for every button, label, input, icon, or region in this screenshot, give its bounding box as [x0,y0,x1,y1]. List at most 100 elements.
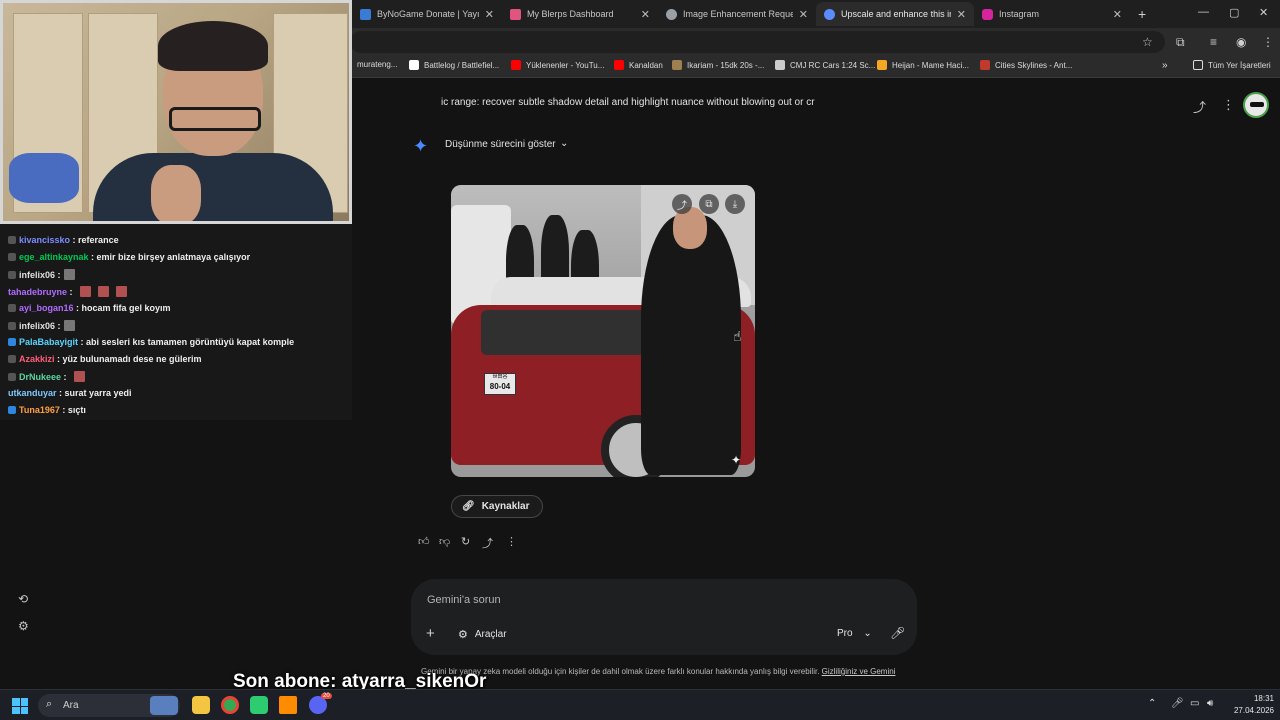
search-highlight-icon [150,696,178,715]
chat-message: Tuna1967 : sıçtı [8,405,86,415]
chat-message: ayi_bogan16 : hocam fifa gel koyım [8,303,171,313]
profile-icon[interactable]: ◉ [1236,35,1246,49]
regenerate-icon[interactable]: ↻ [461,535,470,548]
bookmark-item[interactable]: murateng... [357,60,397,69]
minimize-icon[interactable]: — [1198,6,1209,18]
webcam-toys [9,153,79,203]
close-window-icon[interactable]: ✕ [1259,6,1268,19]
chrome-icon[interactable] [221,696,239,714]
bookmark-item[interactable]: CMJ RC Cars 1:24 Sc... [775,60,875,70]
chatgpt-favicon-icon [666,8,677,20]
copy-image-icon[interactable]: ⧉ [699,194,719,214]
maximize-icon[interactable]: ▢ [1229,6,1239,19]
microphone-tray-icon[interactable]: 🎤︎ [1171,698,1184,709]
chat-badge-icon [8,406,16,414]
prompt-input-box[interactable] [411,579,917,655]
chat-badge-icon [8,253,16,261]
hand-cursor-icon: ☝ [733,328,742,344]
taskbar-search[interactable]: ⌕ Ara [38,694,180,717]
chat-separator: : [67,286,73,297]
history-icon[interactable]: ⟲ [18,592,28,606]
chat-text: emir bize birşey anlatmaya çalışıyor [96,252,251,262]
show-thinking-button[interactable]: Düşünme sürecini göster [445,139,556,150]
thumbs-down-icon[interactable]: 👎︎ [439,535,450,548]
bookmark-item[interactable]: Cities Skylines - Ant... [980,60,1072,70]
close-tab-icon[interactable]: ✕ [1113,8,1122,21]
privacy-link[interactable]: Gizliliğiniz ve Gemini [822,667,896,676]
link-icon: 🔗︎ [462,501,475,512]
chat-separator: : [55,320,61,331]
chat-badge-icon [8,355,16,363]
bookmark-item[interactable]: Kanaldan [614,60,663,70]
bookmark-item[interactable]: Yüklenenler - YouTu... [511,60,604,70]
extensions-icon[interactable]: ⧉ [1176,35,1185,50]
tab-title: My Blerps Dashboard [527,9,614,19]
prompt-input[interactable]: Gemini'a sorun [427,594,501,606]
bookmark-label: Ikariam - 15dk 20s -... [687,60,765,70]
share-image-icon[interactable]: ⤴ [672,194,692,214]
chat-message: utkanduyar : surat yarra yedi [8,388,132,398]
file-explorer-icon[interactable] [192,696,210,714]
settings-icon[interactable]: ⚙ [18,619,29,633]
volume-icon[interactable]: 🔊︎ [1207,698,1213,709]
thumbs-up-icon[interactable]: 👍︎ [418,535,430,548]
stream-chat: kivancissko : referance ege_altinkaynak … [0,224,352,420]
model-label: Pro [837,628,853,639]
chevron-down-icon: ⌄ [863,628,872,639]
chat-user: utkanduyar [8,388,57,398]
chat-user: Azakkizi [19,354,55,364]
model-selector[interactable]: Pro ⌄ [837,628,872,639]
sources-button[interactable]: 🔗︎ Kaynaklar [451,495,543,518]
taskbar-clock[interactable]: 18:31 27.04.2026 [1224,693,1274,717]
show-hidden-icons-icon[interactable]: ⌃ [1148,698,1156,709]
tab-blerps[interactable]: My Blerps Dashboard ✕ [502,2,658,26]
add-attachment-button[interactable]: + [426,625,435,642]
bookmark-item[interactable]: Ikariam - 15dk 20s -... [672,60,764,70]
bookmark-item[interactable]: Battlelog / Battlefiel... [409,60,499,70]
close-tab-icon[interactable]: ✕ [485,8,494,21]
chat-user: infelix06 [19,269,56,280]
chat-separator: : [73,303,82,313]
download-image-icon[interactable]: ⤓ [725,194,745,214]
tools-label: Araçlar [474,629,507,640]
chevron-down-icon[interactable]: ⌄ [560,138,568,149]
avatar[interactable] [1243,92,1269,118]
microphone-icon[interactable]: 🎤︎ [890,626,905,640]
chat-user: PalaBabayigit [19,337,79,347]
close-tab-icon[interactable]: ✕ [957,8,966,21]
instagram-favicon-icon [982,8,993,20]
bookmarks-overflow-button[interactable]: » [1162,60,1168,71]
bookmark-star-icon[interactable]: ☆ [1142,35,1153,49]
share-icon[interactable]: ⤴ [1193,97,1206,116]
chat-separator: : [59,405,68,415]
notification-badge: 20 [321,693,332,699]
media-controls-icon[interactable]: ≡ [1210,35,1217,49]
close-tab-icon[interactable]: ✕ [641,8,650,21]
share-response-icon[interactable]: ⤴ [482,535,493,551]
tab-gemini-upscale[interactable]: Upscale and enhance this imag ✕ [816,2,974,26]
tab-title: ByNoGame Donate | Yayıncıya [377,9,479,19]
more-options-icon[interactable]: ⋮ [1222,97,1235,113]
generated-image[interactable]: 世田谷 80-04 ⤴ ⧉ ⤓ ✦ [451,185,755,477]
close-tab-icon[interactable]: ✕ [799,8,808,21]
tab-image-enhancement[interactable]: Image Enhancement Request ✕ [658,2,816,26]
chat-emote-icon [79,286,91,297]
bynogame-favicon-icon [360,8,371,20]
more-actions-icon[interactable]: ⋮ [506,535,517,548]
chat-separator: : [56,388,65,398]
all-bookmarks-button[interactable]: Tüm Yer İşaretleri [1193,60,1271,70]
tab-bynogame[interactable]: ByNoGame Donate | Yayıncıya ✕ [352,2,502,26]
app-icon[interactable] [250,696,268,714]
browser-menu-icon[interactable]: ⋮ [1262,35,1274,49]
vlc-icon[interactable] [279,696,297,714]
chat-message: DrNukeee : [8,371,85,382]
tools-button[interactable]: ⚙ Araçlar [458,628,507,641]
display-icon[interactable]: ▭ [1190,698,1199,709]
windows-start-icon[interactable] [12,698,28,714]
address-bar[interactable] [350,31,1165,53]
new-tab-button[interactable]: + [1138,6,1146,22]
plate-top-text: 世田谷 [492,374,508,380]
bookmark-item[interactable]: Heijan - Mame Haci... [877,60,969,70]
chat-separator: : [61,371,67,382]
tab-instagram[interactable]: Instagram ✕ [974,2,1130,26]
